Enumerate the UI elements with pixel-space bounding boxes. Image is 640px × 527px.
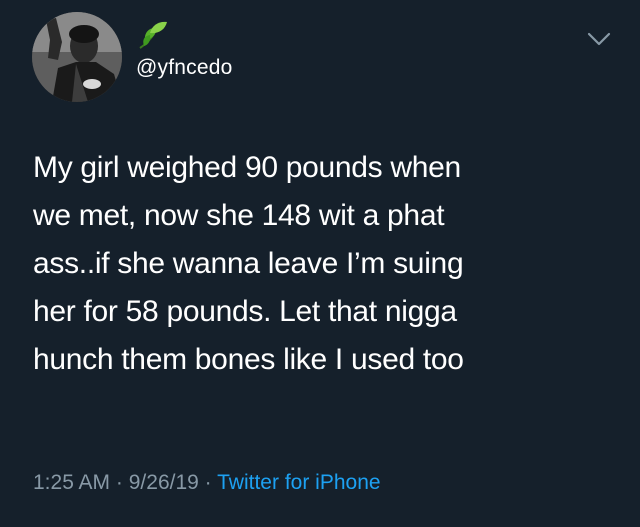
tweet-date[interactable]: 9/26/19 (129, 471, 199, 494)
tweet-source-link[interactable]: Twitter for iPhone (217, 471, 380, 494)
tweet-card: @yfncedo My girl weighed 90 pounds when … (0, 0, 640, 527)
tweet-time[interactable]: 1:25 AM (33, 471, 110, 494)
tweet-meta: 1:25 AM · 9/26/19 · Twitter for iPhone (33, 469, 381, 497)
meta-separator: · (204, 471, 212, 494)
avatar-photo (32, 12, 122, 102)
username-handle[interactable]: @yfncedo (136, 55, 232, 81)
avatar[interactable] (32, 12, 122, 102)
leaf-emoji-icon (139, 21, 167, 49)
meta-separator: · (115, 471, 123, 494)
chevron-down-icon[interactable] (586, 29, 612, 49)
tweet-text: My girl weighed 90 pounds when we met, n… (33, 151, 464, 376)
